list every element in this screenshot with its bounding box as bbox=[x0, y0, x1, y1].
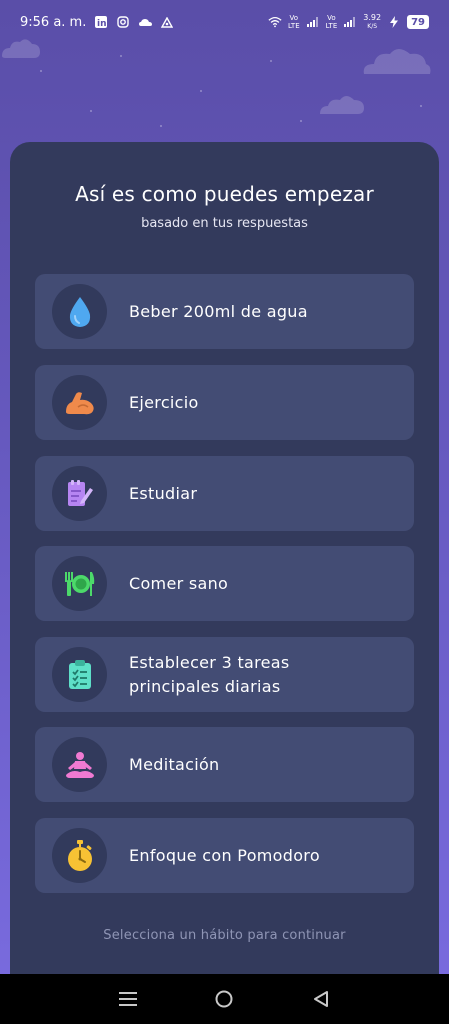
habit-option-pomodoro[interactable]: Enfoque con Pomodoro bbox=[35, 818, 414, 893]
star-decoration bbox=[420, 105, 422, 107]
habit-label: Enfoque con Pomodoro bbox=[129, 845, 320, 865]
cloud-decoration bbox=[320, 96, 364, 114]
instagram-icon bbox=[116, 15, 130, 29]
star-decoration bbox=[120, 55, 122, 57]
cloud-icon bbox=[138, 15, 152, 29]
note-pencil-icon bbox=[52, 466, 107, 521]
wifi-icon bbox=[268, 15, 282, 29]
system-nav-bar bbox=[0, 974, 449, 1024]
habit-label: Comer sano bbox=[129, 573, 229, 593]
star-decoration bbox=[40, 70, 42, 72]
linkedin-icon: in bbox=[94, 15, 108, 29]
charging-icon bbox=[387, 15, 401, 29]
volte-icon: Vo LTE bbox=[325, 14, 338, 30]
habit-option-water[interactable]: Beber 200ml de agua bbox=[35, 274, 414, 349]
flexed-arm-icon bbox=[52, 375, 107, 430]
status-bar: 9:56 a. m. in Vo LTE Vo LTE 3.92 K/S 79 bbox=[0, 0, 449, 44]
svg-text:in: in bbox=[97, 19, 107, 28]
network-speed-unit: K/S bbox=[367, 22, 378, 30]
habit-option-daily-tasks[interactable]: Establecer 3 tareas principales diarias bbox=[35, 637, 414, 712]
stopwatch-icon bbox=[52, 828, 107, 883]
meditation-icon bbox=[52, 737, 107, 792]
menu-icon[interactable] bbox=[113, 984, 143, 1014]
network-speed-value: 3.92 bbox=[363, 12, 382, 22]
habit-label: Estudiar bbox=[129, 483, 198, 503]
cloud-decoration bbox=[363, 49, 431, 74]
habit-option-study[interactable]: Estudiar bbox=[35, 456, 414, 531]
habit-option-meditation[interactable]: Meditación bbox=[35, 727, 414, 802]
star-decoration bbox=[90, 110, 92, 112]
volte-icon: Vo LTE bbox=[287, 14, 300, 30]
habit-option-exercise[interactable]: Ejercicio bbox=[35, 365, 414, 440]
habit-option-eat-healthy[interactable]: Comer sano bbox=[35, 546, 414, 621]
habit-label: Ejercicio bbox=[129, 392, 199, 412]
selection-hint: Selecciona un hábito para continuar bbox=[103, 928, 346, 943]
home-icon[interactable] bbox=[209, 984, 239, 1014]
battery-indicator: 79 bbox=[407, 15, 429, 29]
back-icon[interactable] bbox=[306, 984, 336, 1014]
signal-icon bbox=[343, 15, 357, 29]
water-drop-icon bbox=[52, 284, 107, 339]
status-time: 9:56 a. m. bbox=[20, 14, 87, 30]
star-decoration bbox=[200, 90, 202, 92]
star-decoration bbox=[300, 120, 302, 122]
habit-label: Beber 200ml de agua bbox=[129, 301, 308, 321]
star-decoration bbox=[270, 60, 272, 62]
network-speed: 3.92 K/S bbox=[363, 12, 382, 31]
page-subtitle: basado en tus respuestas bbox=[141, 216, 308, 231]
drive-icon bbox=[160, 15, 174, 29]
habit-label: Meditación bbox=[129, 754, 220, 774]
page-title: Así es como puedes empezar bbox=[75, 182, 374, 206]
signal-icon bbox=[306, 15, 320, 29]
star-decoration bbox=[160, 125, 162, 127]
clipboard-checklist-icon bbox=[52, 647, 107, 702]
habit-label: Establecer 3 tareas principales diarias bbox=[129, 652, 290, 696]
plate-cutlery-icon bbox=[52, 556, 107, 611]
